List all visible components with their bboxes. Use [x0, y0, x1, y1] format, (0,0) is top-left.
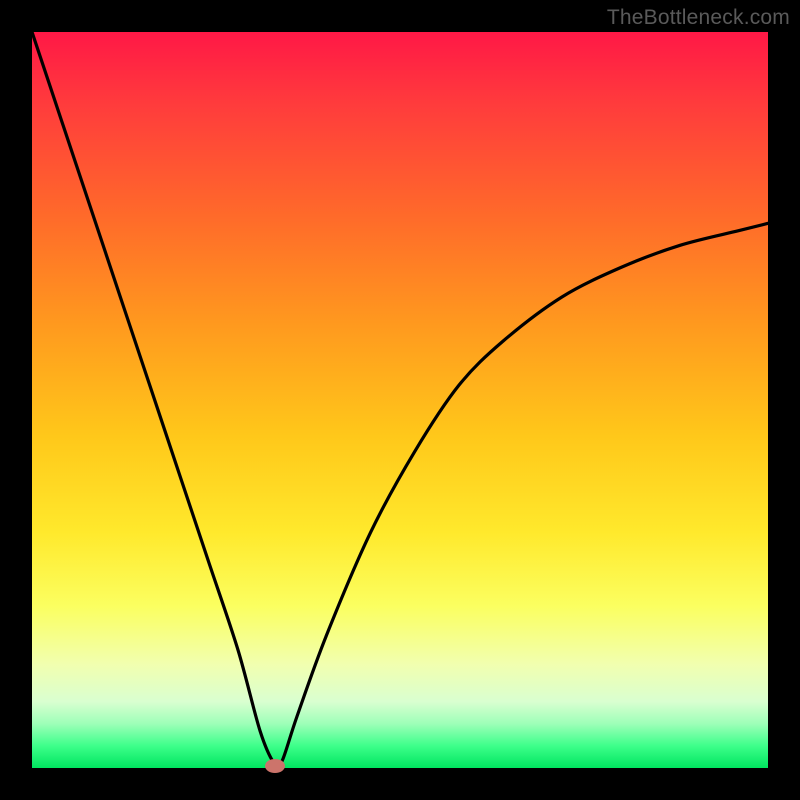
watermark-text: TheBottleneck.com: [607, 6, 790, 30]
plot-area: [32, 32, 768, 768]
optimal-point-marker: [265, 759, 285, 773]
chart-frame: TheBottleneck.com: [0, 0, 800, 800]
bottleneck-curve: [32, 32, 768, 768]
